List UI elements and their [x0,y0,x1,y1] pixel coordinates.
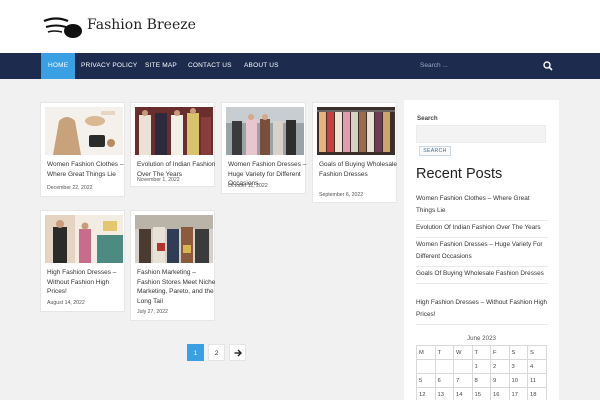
post-thumbnail[interactable] [226,107,304,155]
calendar-weekday: F [490,345,510,360]
post-date: November 1, 2022 [137,177,180,183]
recent-post-link[interactable]: Evolution Of Indian Fashion Over The Yea… [416,222,548,238]
calendar-weekday: S [508,345,528,360]
nav-item-contact-us[interactable]: Contact Us [181,53,239,79]
calendar-day: 9 [490,373,510,388]
pagination-page-2[interactable]: 2 [208,344,225,361]
calendar-weekday: W [453,345,473,360]
recent-posts-heading: Recent Posts [416,166,503,182]
calendar-week-row: 1 2 3 4 [416,359,547,374]
sidebar-search-input[interactable] [416,125,546,143]
arrow-right-icon [234,349,242,357]
calendar-day: 13 [434,387,454,400]
sidebar: Search SEARCH Recent Posts Women Fashion… [404,100,559,400]
calendar-day: 1 [471,359,491,374]
calendar-day: 5 [416,373,436,388]
calendar-day [416,359,436,374]
calendar-day: 16 [490,387,510,400]
post-card[interactable]: Goals of Buying Wholesale Fashion Dresse… [312,102,397,203]
calendar-day: 2 [490,359,510,374]
post-card[interactable]: Women Fashion Clothes – Where Great Thin… [40,102,125,197]
logo-icon[interactable] [42,12,84,40]
calendar-weekday: S [527,345,547,360]
calendar-day: 17 [508,387,528,400]
calendar-day: 11 [527,373,547,388]
calendar-day: 15 [471,387,491,400]
post-date: December 22, 2022 [47,185,93,191]
post-date: September 6, 2022 [319,192,364,198]
post-thumbnail[interactable] [135,107,213,155]
calendar-day: 8 [471,373,491,388]
calendar-day: 10 [508,373,528,388]
recent-post-link[interactable]: Goals Of Buying Wholesale Fashion Dresse… [416,268,548,284]
post-date: October 11, 2022 [228,183,268,189]
calendar-week-row: 12 13 14 15 16 17 18 [416,387,547,400]
post-thumbnail[interactable] [45,215,123,263]
calendar-day: 14 [453,387,473,400]
calendar-week-row: 5 6 7 8 9 10 11 [416,373,547,388]
post-thumbnail[interactable] [135,215,213,263]
nav-item-site-map[interactable]: Site Map [138,53,184,79]
post-card[interactable]: Women Fashion Dresses – Huge Variety for… [221,102,306,194]
calendar-weekday: T [471,345,491,360]
calendar-caption: June 2023 [467,335,496,342]
calendar-weekday-row: M T W T F S S [416,345,547,360]
pagination-page-1[interactable]: 1 [187,344,204,361]
calendar-day: 7 [453,373,473,388]
post-title[interactable]: High Fashion Dresses – Without Fashion H… [47,268,127,297]
calendar-day [434,359,454,374]
calendar-weekday: M [416,345,436,360]
post-thumbnail[interactable] [317,107,395,155]
recent-post-link[interactable]: Women Fashion Clothes – Where Great Thin… [416,193,548,221]
post-title[interactable]: Goals of Buying Wholesale Fashion Dresse… [319,160,399,179]
recent-post-link[interactable]: High Fashion Dresses – Without Fashion H… [416,297,548,325]
post-card[interactable]: Evolution of Indian Fashion Over The Yea… [130,102,215,187]
post-card[interactable]: High Fashion Dresses – Without Fashion H… [40,210,125,312]
post-date: August 14, 2022 [47,300,85,306]
nav-item-home[interactable]: Home [41,53,76,79]
calendar-day: 3 [508,359,528,374]
sidebar-search-label: Search [417,115,438,122]
sidebar-search-button[interactable]: SEARCH [419,146,451,156]
calendar-day: 4 [527,359,547,374]
post-card[interactable]: Fashion Marketing – Fashion Stores Meet … [130,210,215,321]
calendar-day [453,359,473,374]
calendar-day: 6 [434,373,454,388]
search-icon[interactable] [543,61,553,71]
post-date: July 27, 2022 [137,309,168,315]
calendar-table: M T W T F S S 1 2 3 4 5 6 7 8 9 10 11 12 [416,345,547,400]
nav-item-about-us[interactable]: About Us [237,53,286,79]
recent-post-link[interactable]: Women Fashion Dresses – Huge Variety For… [416,239,548,267]
calendar-weekday: T [434,345,454,360]
nav-item-privacy-policy[interactable]: Privacy Policy [74,53,144,79]
main-navigation: Home Privacy Policy Site Map Contact Us … [0,53,600,79]
nav-search-input[interactable]: Search ... [420,53,448,79]
calendar-day: 18 [527,387,547,400]
post-thumbnail[interactable] [45,107,123,155]
post-title[interactable]: Women Fashion Clothes – Where Great Thin… [47,160,127,179]
post-title[interactable]: Fashion Marketing – Fashion Stores Meet … [137,268,217,306]
site-header: Fashion Breeze [0,0,600,53]
site-title[interactable]: Fashion Breeze [87,17,196,33]
calendar-day: 12 [416,387,436,400]
pagination-next-button[interactable] [229,344,246,361]
